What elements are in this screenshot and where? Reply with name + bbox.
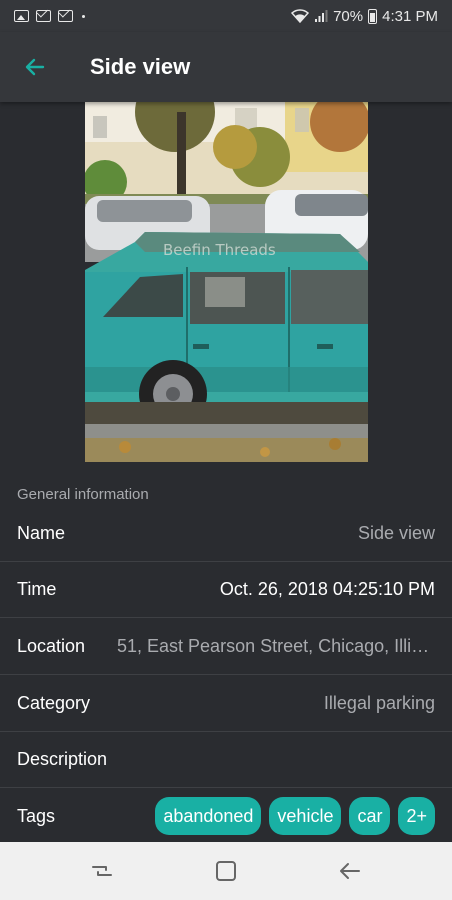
battery-icon — [368, 8, 378, 24]
info-row-category: Category Illegal parking — [0, 676, 452, 732]
info-row-description: Description — [0, 732, 452, 788]
mail-notification-icon — [58, 10, 73, 22]
mail-notification-icon — [36, 10, 51, 22]
recent-apps-icon — [92, 866, 112, 876]
location-label: Location — [17, 636, 86, 656]
page-title: Side view — [90, 54, 191, 79]
report-photo[interactable]: Beefin Threads — [85, 102, 368, 462]
battery-percent: 70% — [333, 7, 364, 25]
system-back-icon — [340, 863, 360, 879]
gallery-notification-icon — [14, 10, 29, 22]
recent-apps-button[interactable] — [72, 842, 132, 900]
section-title-general-information: General information — [17, 486, 149, 503]
name-label: Name — [17, 523, 66, 543]
time-label: Time — [17, 579, 57, 599]
system-back-button[interactable] — [320, 842, 380, 900]
tag-list: abandoned vehicle car 2+ — [155, 797, 435, 835]
tag-chip[interactable]: abandoned — [155, 797, 262, 835]
wifi-icon — [291, 9, 310, 23]
roof-graffiti-text: Beefin Threads — [163, 241, 276, 259]
name-value: Side view — [357, 523, 435, 543]
home-button[interactable] — [196, 842, 256, 900]
info-row-name: Name Side view — [0, 506, 452, 562]
back-button[interactable] — [0, 32, 70, 102]
location-value: 51, East Pearson Street, Chicago, Illino… — [117, 636, 435, 656]
info-row-time: Time Oct. 26, 2018 04:25:10 PM — [0, 562, 452, 618]
tag-chip[interactable]: vehicle — [269, 797, 342, 835]
time-value: Oct. 26, 2018 04:25:10 PM — [219, 579, 435, 599]
clock: 4:31 PM — [382, 7, 438, 25]
tags-label: Tags — [17, 805, 56, 826]
signal-icon — [315, 10, 328, 22]
home-icon — [216, 861, 236, 881]
category-value: Illegal parking — [323, 693, 435, 713]
info-row-location[interactable]: Location 51, East Pearson Street, Chicag… — [0, 619, 452, 675]
more-tags-chip[interactable]: 2+ — [398, 797, 435, 835]
car-photo-image: Beefin Threads — [85, 102, 368, 462]
arrow-back-icon — [25, 58, 45, 76]
more-notifications-dot-icon — [82, 14, 85, 18]
system-icons: 70% 4:31 PM — [291, 8, 438, 25]
app-bar: Side view — [0, 32, 452, 102]
info-row-tags: Tags abandoned vehicle car 2+ — [0, 788, 452, 844]
notification-icons — [14, 10, 85, 22]
status-bar: 70% 4:31 PM — [0, 0, 452, 32]
tag-chip[interactable]: car — [349, 797, 391, 835]
description-label: Description — [17, 749, 108, 769]
category-label: Category — [17, 693, 91, 713]
system-navigation-bar — [0, 842, 452, 900]
